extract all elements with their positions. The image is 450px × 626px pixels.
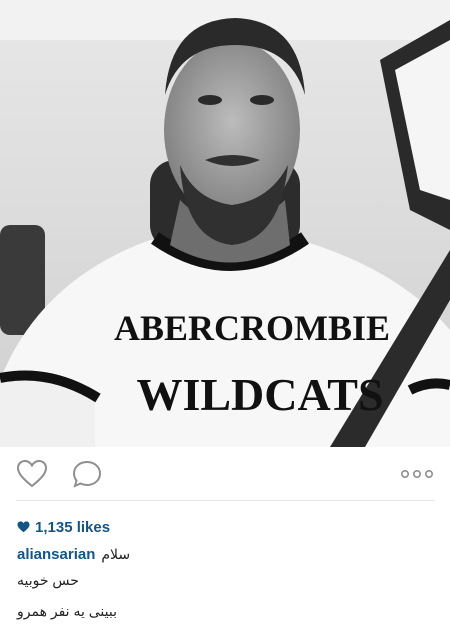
like-button[interactable] [15,459,49,489]
likes-count[interactable]: 1,135 likes [17,517,110,537]
instagram-post: ABERCROMBIE WILDCATS 1,135 likes aliansa… [0,0,450,626]
post-photo-image: ABERCROMBIE WILDCATS [0,0,450,447]
action-bar [0,447,450,501]
comment-bubble-icon [72,460,102,488]
caption-first-row: aliansarian سلام [17,544,130,564]
shirt-text-line2: WILDCATS [136,369,383,420]
post-photo[interactable]: ABERCROMBIE WILDCATS [0,0,450,447]
heart-filled-icon [17,521,30,533]
caption-line-2: حس خوبیه [17,572,79,588]
caption-line-3: ببینی یه نفر همرو [17,603,117,619]
divider [16,500,434,501]
shirt-text-line1: ABERCROMBIE [114,308,390,348]
username-link[interactable]: aliansarian [17,546,95,563]
comment-button[interactable] [70,459,104,489]
more-dots-icon [400,469,433,479]
more-options-button[interactable] [398,459,436,489]
caption-line-1: سلام [101,545,131,562]
heart-outline-icon [16,459,48,488]
likes-text: 1,135 likes [35,518,111,536]
